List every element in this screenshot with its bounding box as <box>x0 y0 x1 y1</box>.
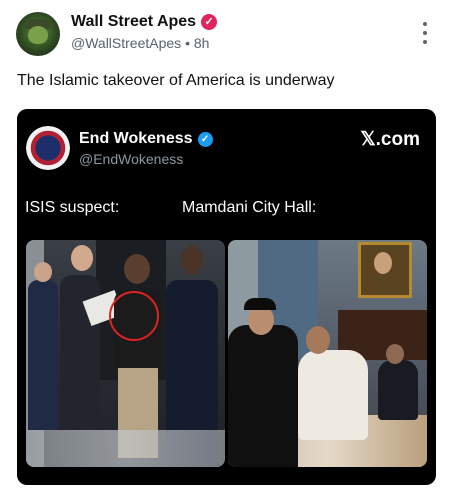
quoted-author-name-row: End Wokeness ✓ <box>79 130 213 148</box>
avatar-face <box>28 26 48 44</box>
verified-badge-icon: ✓ <box>201 14 218 30</box>
quoted-author-name[interactable]: End Wokeness <box>79 130 193 148</box>
post-author-handle[interactable]: @WallStreetApes <box>71 35 181 51</box>
verified-badge-icon: ✓ <box>197 131 213 147</box>
post-author-name[interactable]: Wall Street Apes <box>71 13 196 31</box>
highlight-circle <box>109 291 159 341</box>
caption-left: ISIS suspect: <box>25 199 120 216</box>
caption-right: Mamdani City Hall: <box>182 199 317 216</box>
quoted-author-handle[interactable]: @EndWokeness <box>79 151 183 167</box>
more-options-icon[interactable] <box>421 22 429 44</box>
meta-separator: • <box>185 35 190 51</box>
quoted-author-avatar[interactable] <box>26 126 70 170</box>
post-time[interactable]: 8h <box>194 35 210 51</box>
photo-city-hall[interactable] <box>228 240 427 467</box>
photo-suspect-arrest[interactable] <box>26 240 225 467</box>
post-author-avatar[interactable] <box>16 12 60 56</box>
x-logo-source: 𝕏.com <box>360 129 420 150</box>
post-author-name-row: Wall Street Apes ✓ <box>71 13 218 31</box>
quoted-post-card[interactable]: End Wokeness ✓ @EndWokeness 𝕏.com ISIS s… <box>17 109 436 485</box>
post-text: The Islamic takeover of America is under… <box>17 72 335 89</box>
post-author-meta: @WallStreetApes • 8h <box>71 35 209 51</box>
